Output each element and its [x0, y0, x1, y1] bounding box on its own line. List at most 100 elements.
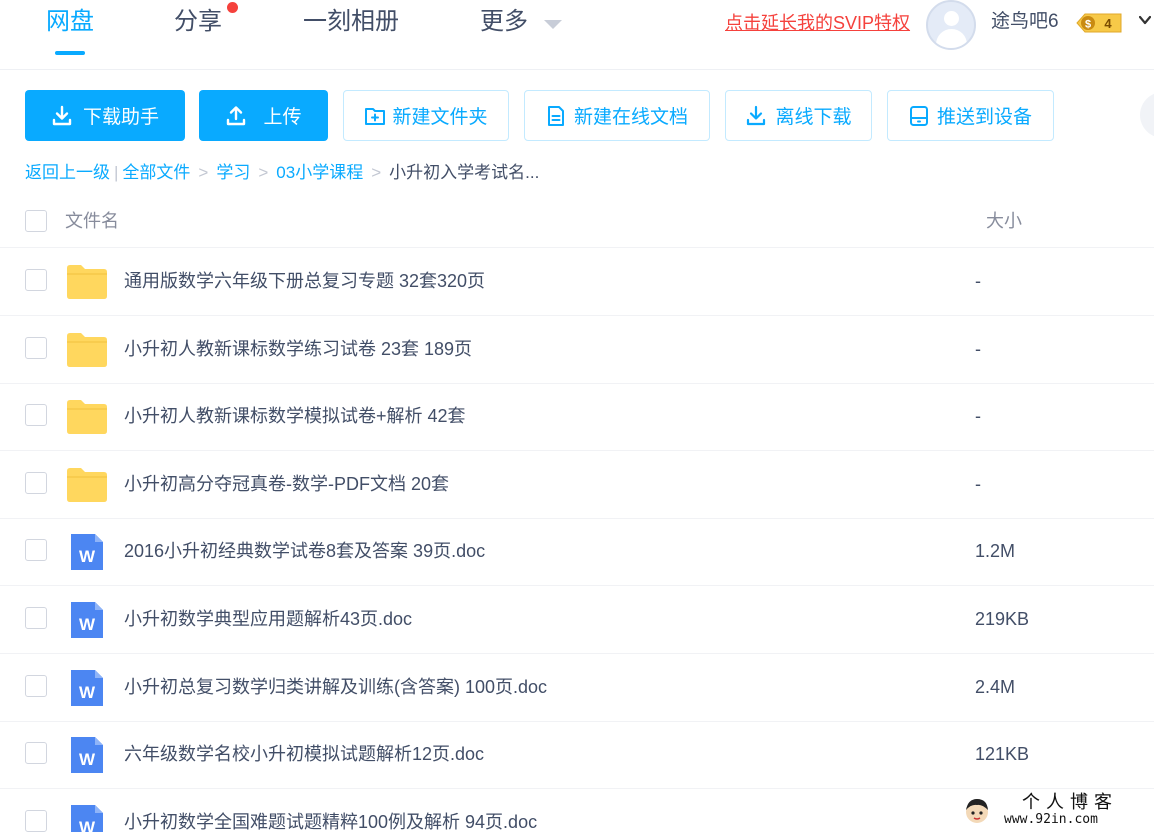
file-name[interactable]: 小升初高分夺冠真卷-数学-PDF文档 20套	[124, 471, 449, 497]
new-folder-button[interactable]: 新建文件夹	[343, 90, 509, 141]
watermark: 个人博客 www.92in.com	[962, 793, 1152, 831]
vip-level-number: 4	[1104, 16, 1112, 31]
file-size: 121KB	[975, 744, 1030, 764]
active-tab-indicator	[55, 51, 85, 55]
row-checkbox[interactable]	[25, 810, 47, 832]
tab-share[interactable]: 分享	[174, 6, 222, 38]
chevron-down-icon[interactable]	[544, 20, 562, 29]
row-checkbox[interactable]	[25, 269, 47, 291]
svg-text:$: $	[1085, 19, 1091, 31]
word-doc-icon: W	[71, 737, 103, 773]
folder-icon	[67, 400, 107, 434]
folder-row[interactable]: 通用版数学六年级下册总复习专题 32套320页 -	[0, 248, 1154, 316]
new-folder-label: 新建文件夹	[392, 107, 488, 128]
file-name[interactable]: 通用版数学六年级下册总复习专题 32套320页	[124, 268, 485, 294]
file-size: 219KB	[975, 609, 1030, 629]
file-name[interactable]: 小升初人教新课标数学模拟试卷+解析 42套	[124, 403, 466, 429]
folder-icon	[67, 468, 107, 502]
breadcrumb-divider: |	[114, 163, 119, 182]
username[interactable]: 途鸟吧6	[991, 9, 1059, 35]
folder-icon	[67, 265, 107, 299]
svg-text:W: W	[79, 683, 96, 702]
breadcrumb-separator: >	[371, 163, 382, 182]
file-size: -	[975, 339, 981, 359]
svg-text:W: W	[79, 547, 96, 566]
file-size: 2.4M	[975, 677, 1016, 697]
breadcrumb-separator: >	[258, 163, 269, 182]
breadcrumb-study[interactable]: 学习	[216, 160, 250, 186]
upload-icon	[227, 105, 246, 125]
vip-level-badge: $ 4	[1076, 13, 1122, 33]
offline-download-button[interactable]: 离线下载	[725, 90, 872, 141]
notification-dot	[227, 2, 238, 13]
file-name[interactable]: 小升初总复习数学归类讲解及训练(含答案) 100页.doc	[124, 674, 547, 700]
file-size: -	[975, 406, 981, 426]
breadcrumb-separator: >	[198, 163, 209, 182]
download-helper-button[interactable]: 下载助手	[25, 90, 185, 141]
breadcrumb-all-files[interactable]: 全部文件	[122, 160, 190, 186]
file-name[interactable]: 小升初人教新课标数学练习试卷 23套 189页	[124, 336, 472, 362]
folder-row[interactable]: 小升初人教新课标数学练习试卷 23套 189页 -	[0, 316, 1154, 384]
folder-row[interactable]: 小升初高分夺冠真卷-数学-PDF文档 20套 -	[0, 451, 1154, 519]
top-navigation: 网盘 分享 一刻相册 更多 点击延长我的SVIP特权 途鸟吧6 $ 4	[0, 0, 1154, 70]
breadcrumb-primary-course[interactable]: 03小学课程	[276, 160, 363, 186]
breadcrumb-current: 小升初入学考试名...	[389, 163, 540, 182]
file-row[interactable]: W 2016小升初经典数学试卷8套及答案 39页.doc 1.2M	[0, 518, 1154, 586]
svg-text:W: W	[79, 615, 96, 634]
svip-renew-link[interactable]: 点击延长我的SVIP特权	[725, 11, 910, 35]
row-checkbox[interactable]	[25, 472, 47, 494]
word-doc-icon: W	[71, 805, 103, 832]
upload-button[interactable]: 上传	[199, 90, 328, 141]
file-name[interactable]: 2016小升初经典数学试卷8套及答案 39页.doc	[124, 538, 485, 564]
row-checkbox[interactable]	[25, 675, 47, 697]
back-link[interactable]: 返回上一级	[25, 160, 110, 186]
push-to-device-label: 推送到设备	[936, 107, 1032, 128]
row-checkbox[interactable]	[25, 607, 47, 629]
watermark-title: 个人博客	[1022, 792, 1118, 813]
search-box[interactable]	[1140, 92, 1154, 138]
file-row[interactable]: W 小升初数学典型应用题解析43页.doc 219KB	[0, 586, 1154, 654]
column-header-size[interactable]: 大小	[986, 207, 1022, 233]
device-icon	[909, 105, 928, 126]
file-row[interactable]: W 小升初总复习数学归类讲解及训练(含答案) 100页.doc 2.4M	[0, 654, 1154, 722]
download-helper-label: 下载助手	[82, 107, 159, 128]
file-name[interactable]: 六年级数学名校小升初模拟试题解析12页.doc	[124, 741, 484, 767]
add-folder-icon	[365, 107, 386, 125]
file-size: -	[975, 271, 981, 291]
file-name[interactable]: 小升初数学典型应用题解析43页.doc	[124, 606, 412, 632]
folder-icon	[67, 333, 107, 367]
document-icon	[547, 105, 564, 126]
breadcrumb: 返回上一级 | 全部文件 > 学习 > 03小学课程 > 小升初入学考试名...	[25, 160, 539, 186]
file-name[interactable]: 小升初数学全国难题试题精粹100例及解析 94页.doc	[124, 809, 537, 832]
avatar[interactable]	[926, 0, 976, 50]
watermark-face-icon	[966, 799, 988, 823]
select-all-checkbox[interactable]	[25, 210, 47, 232]
tab-netdisk[interactable]: 网盘	[46, 6, 94, 38]
svg-text:W: W	[79, 818, 96, 832]
file-row[interactable]: W 六年级数学名校小升初模拟试题解析12页.doc 121KB	[0, 721, 1154, 789]
tab-moment-album[interactable]: 一刻相册	[303, 6, 399, 38]
file-size: 1.2M	[975, 541, 1016, 561]
svg-text:W: W	[79, 750, 96, 769]
offline-download-icon	[747, 105, 766, 125]
download-icon	[52, 105, 72, 125]
new-online-doc-button[interactable]: 新建在线文档	[524, 90, 710, 141]
row-checkbox[interactable]	[25, 404, 47, 426]
column-header-name[interactable]: 文件名	[65, 207, 119, 233]
file-size: -	[975, 474, 981, 494]
offline-download-label: 离线下载	[775, 107, 852, 128]
row-checkbox[interactable]	[25, 742, 47, 764]
user-menu-chevron-icon[interactable]	[1139, 14, 1151, 26]
watermark-url: www.92in.com	[1004, 812, 1098, 827]
folder-row[interactable]: 小升初人教新课标数学模拟试卷+解析 42套 -	[0, 383, 1154, 451]
word-doc-icon: W	[71, 534, 103, 570]
file-list-header: 文件名 大小	[0, 196, 1154, 248]
row-checkbox[interactable]	[25, 539, 47, 561]
push-to-device-button[interactable]: 推送到设备	[887, 90, 1054, 141]
tab-more[interactable]: 更多	[480, 6, 528, 38]
new-online-doc-label: 新建在线文档	[573, 107, 688, 128]
row-checkbox[interactable]	[25, 337, 47, 359]
upload-label: 上传	[263, 107, 302, 128]
word-doc-icon: W	[71, 670, 103, 706]
word-doc-icon: W	[71, 602, 103, 638]
